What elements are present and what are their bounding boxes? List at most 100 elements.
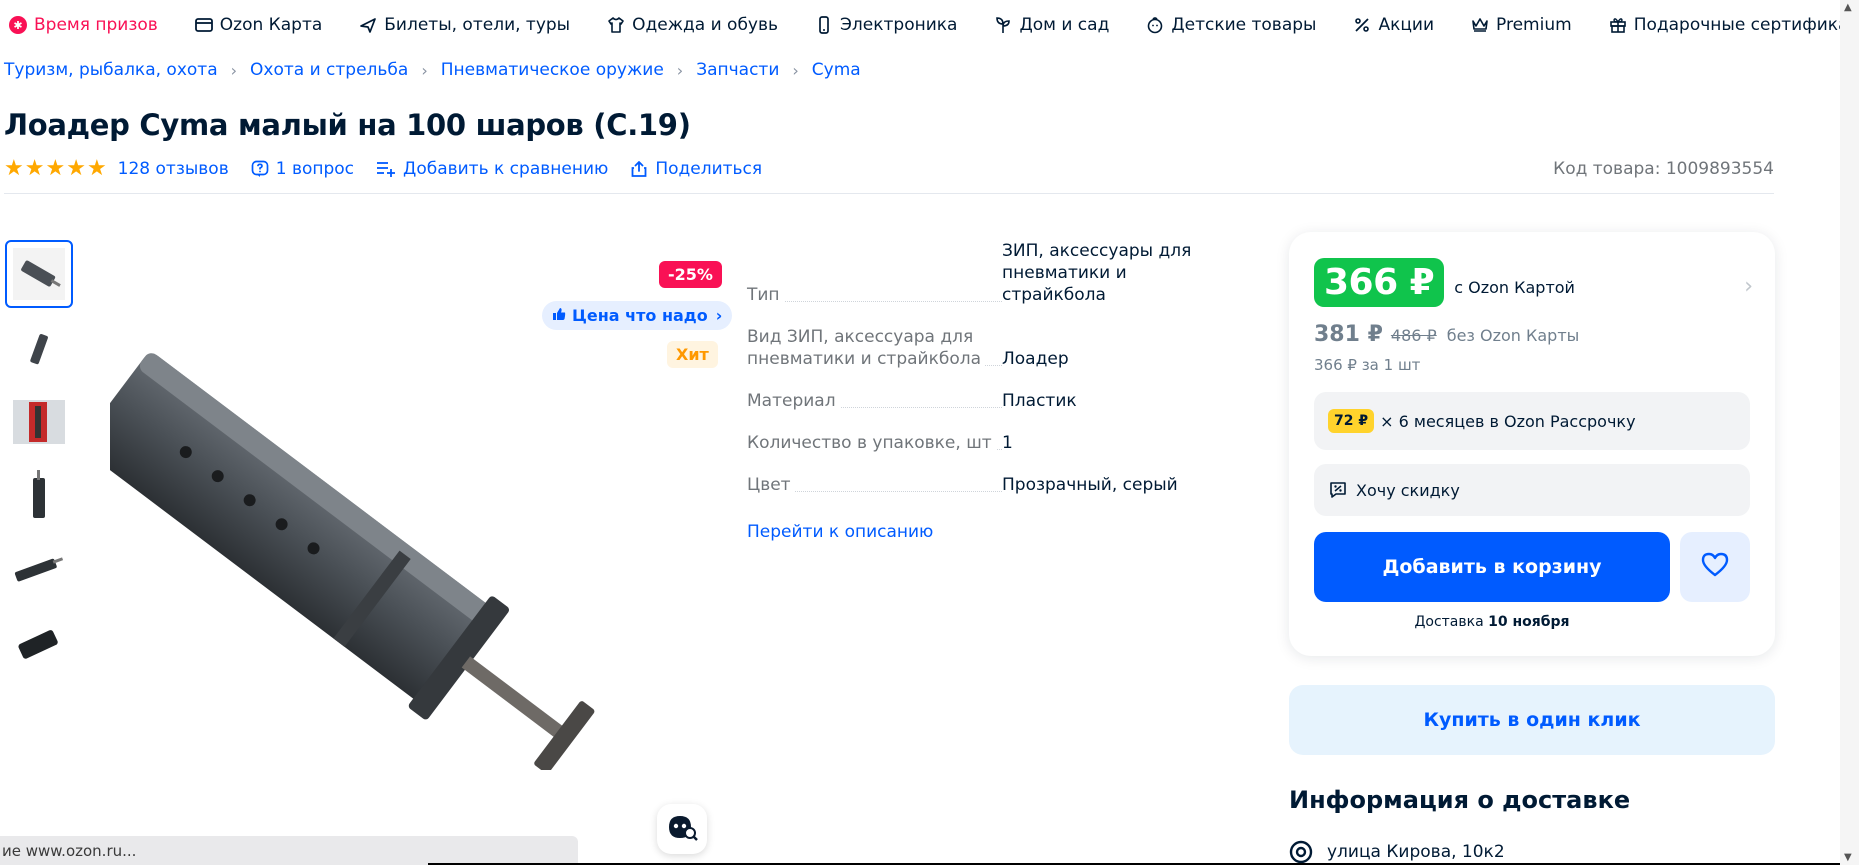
star-icon: ★ (66, 155, 86, 181)
compare-label: Добавить к сравнению (403, 158, 609, 179)
spec-key: Цвет (747, 475, 795, 495)
spec-key: Материал (747, 391, 840, 411)
breadcrumb-link[interactable]: Cyma (812, 60, 861, 80)
nav-item-prizes[interactable]: ✱ Время призов (8, 15, 158, 35)
spec-value: 1 (1002, 433, 1013, 453)
spec-value: Пластик (1002, 391, 1077, 411)
buy-one-click-button[interactable]: Купить в один клик (1289, 685, 1775, 755)
spec-row: Тип ЗИП, аксессуары для пневматики и стр… (747, 240, 1217, 306)
nav-item-clothes[interactable]: Одежда и обувь (606, 15, 778, 35)
compare-link[interactable]: Добавить к сравнению (376, 159, 608, 179)
clothes-icon (606, 15, 626, 35)
nav-item-kids[interactable]: Детские товары (1145, 15, 1316, 35)
chevron-right-icon: › (715, 306, 723, 325)
star-icon: ★ (86, 155, 107, 181)
questions-link[interactable]: 1 вопрос (251, 159, 354, 179)
spec-row: Количество в упаковке, шт 1 (747, 432, 1217, 454)
spec-row: Материал Пластик (747, 390, 1217, 412)
nav-item-travel[interactable]: Билеты, отели, туры (358, 15, 570, 35)
chevron-right-icon: › (676, 60, 684, 80)
share-link[interactable]: Поделиться (630, 159, 762, 179)
thumbnail-3[interactable] (5, 388, 73, 456)
nav-item-gift-cards[interactable]: Подарочные сертификаты (1608, 15, 1859, 35)
old-price: 486 ₽ (1390, 326, 1437, 345)
thumbnail-4[interactable] (5, 462, 73, 530)
installment-amount: 72 ₽ (1328, 409, 1375, 433)
percent-icon (1352, 15, 1372, 35)
scroll-down-icon[interactable]: ▼ (1844, 852, 1852, 863)
chevron-right-icon[interactable]: › (1744, 274, 1753, 299)
heart-icon (1701, 552, 1729, 582)
nav-item-home-garden[interactable]: Дом и сад (993, 15, 1109, 35)
nav-item-label: Дом и сад (1019, 15, 1110, 35)
reviews-link[interactable]: 128 отзывов (118, 159, 229, 179)
installment-banner[interactable]: 72 ₽ × 6 месяцев в Ozon Рассрочку (1314, 392, 1750, 450)
nav-item-label: Акции (1378, 15, 1435, 35)
spec-key: Количество в упаковке, шт (747, 433, 996, 453)
prize-icon: ✱ (8, 15, 28, 35)
crown-icon (1470, 15, 1490, 35)
rating-stars[interactable]: ★ ★ ★ ★ ★ (4, 155, 108, 181)
spec-row: Вид ЗИП, аксессуара для пневматики и стр… (747, 326, 1217, 370)
category-nav: ✱ Время призов Ozon Карта Билеты, отели,… (0, 0, 1859, 50)
share-icon (630, 160, 648, 178)
delivery-address-text: улица Кирова, 10к2 (1327, 842, 1505, 862)
thumbnail-gallery (5, 240, 73, 684)
scroll-up-icon[interactable]: ▲ (1844, 2, 1852, 13)
good-price-label: Цена что надо (572, 306, 708, 325)
nav-item-label: Время призов (34, 15, 158, 35)
gift-icon (1608, 15, 1628, 35)
product-main-image[interactable] (81, 330, 710, 774)
image-search-button[interactable] (657, 804, 707, 854)
breadcrumb: Туризм, рыбалка, охота › Охота и стрельб… (4, 60, 861, 80)
delivery-address[interactable]: улица Кирова, 10к2 (1289, 840, 1505, 864)
go-to-description-link[interactable]: Перейти к описанию (747, 522, 933, 542)
want-discount-button[interactable]: Хочу скидку (1314, 464, 1750, 516)
nav-item-label: Premium (1496, 15, 1572, 35)
regular-price-row: 381 ₽ 486 ₽ без Ozon Карты (1314, 322, 1579, 347)
breadcrumb-link[interactable]: Охота и стрельба (250, 60, 408, 80)
delivery-day: 10 ноября (1488, 614, 1570, 630)
nav-item-ozon-card[interactable]: Ozon Карта (194, 15, 322, 35)
delivery-date: Доставка 10 ноября (1314, 614, 1670, 630)
delivery-prefix: Доставка (1414, 614, 1484, 630)
nav-item-label: Электроника (840, 15, 958, 35)
breadcrumb-link[interactable]: Пневматическое оружие (441, 60, 664, 80)
plane-icon (358, 15, 378, 35)
star-icon: ★ (45, 155, 66, 181)
thumb-up-icon (552, 306, 566, 325)
favorite-button[interactable] (1680, 532, 1750, 602)
discount-icon (1328, 480, 1348, 500)
ozon-card-price: 366 ₽ (1314, 258, 1445, 307)
spec-key: Тип (747, 285, 784, 305)
chevron-right-icon: › (792, 60, 799, 80)
regular-price: 381 ₽ (1314, 322, 1383, 347)
good-price-badge[interactable]: Цена что надо › (542, 301, 733, 330)
browser-status-bar: ие www.ozon.ru... (0, 836, 578, 865)
thumbnail-6[interactable] (5, 610, 73, 678)
delivery-info-title: Информация о доставке (1289, 786, 1631, 814)
baby-icon (1145, 15, 1165, 35)
spec-value: ЗИП, аксессуары для пневматики и страйкб… (1002, 241, 1192, 305)
add-to-cart-button[interactable]: Добавить в корзину (1314, 532, 1670, 602)
chevron-right-icon: › (230, 60, 238, 80)
vertical-scrollbar[interactable]: ▲ ▼ (1840, 0, 1859, 865)
thumbnail-5[interactable] (5, 536, 73, 604)
nav-item-premium[interactable]: Premium (1470, 15, 1572, 35)
breadcrumb-link[interactable]: Туризм, рыбалка, охота (4, 60, 218, 80)
nav-item-sales[interactable]: Акции (1352, 15, 1434, 35)
question-icon (251, 160, 269, 178)
installment-text: × 6 месяцев в Ozon Рассрочку (1380, 411, 1636, 431)
product-sku: Код товара: 1009893554 (1553, 158, 1774, 179)
discount-badge: -25% (659, 261, 722, 288)
thumbnail-1[interactable] (5, 240, 73, 308)
image-search-icon (666, 813, 698, 845)
nav-item-electronics[interactable]: Электроника (814, 15, 957, 35)
nav-item-label: Детские товары (1171, 15, 1317, 35)
phone-icon (814, 15, 834, 35)
breadcrumb-link[interactable]: Запчасти (696, 60, 779, 80)
card-price-row[interactable]: 366 ₽ с Ozon Картой (1314, 258, 1575, 307)
compare-icon (376, 160, 396, 178)
thumbnail-2[interactable] (5, 314, 73, 382)
spec-value: Лоадер (1002, 349, 1069, 369)
